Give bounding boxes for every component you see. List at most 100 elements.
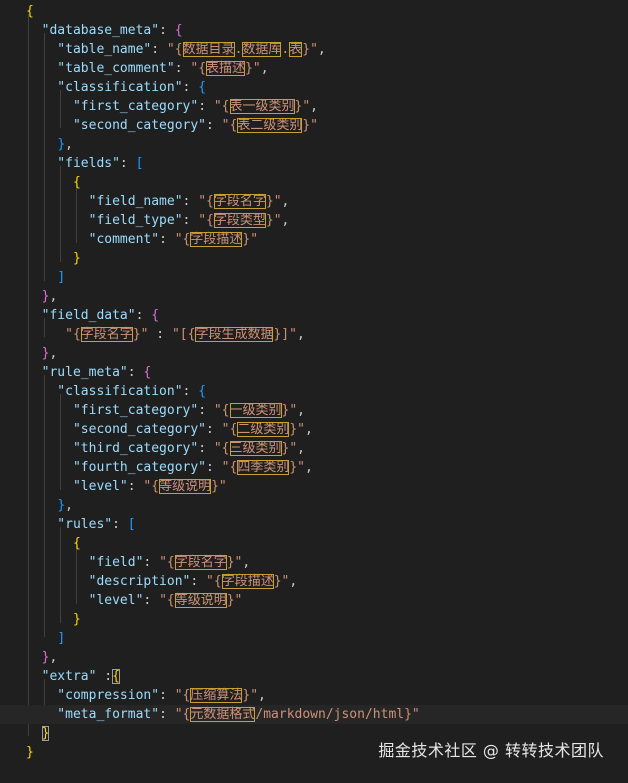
- code-token: "second_category": [26, 118, 207, 133]
- code-token: "database_meta": [26, 23, 160, 38]
- code-line[interactable]: "second_category": "{二级类别}",: [0, 420, 313, 439]
- code-token: "third_category": [26, 441, 199, 456]
- code-token: {: [198, 384, 207, 399]
- code-token: }": [265, 194, 282, 209]
- code-token: ,: [281, 213, 290, 228]
- code-token: "{: [213, 441, 230, 456]
- code-line[interactable]: "description": "{字段描述}",: [0, 572, 297, 591]
- code-line[interactable]: "comment": "{字段描述}": [0, 230, 258, 249]
- code-token: :: [206, 422, 222, 437]
- code-token: }": [132, 327, 149, 342]
- code-line[interactable]: },: [0, 496, 73, 515]
- code-token: ,: [305, 422, 313, 437]
- code-line[interactable]: "classification": {: [0, 382, 206, 401]
- code-token: }": [273, 574, 290, 589]
- code-line[interactable]: "fourth_category": "{四季类别}",: [0, 458, 313, 477]
- code-token: }": [242, 232, 259, 247]
- code-line[interactable]: "extra" :{: [0, 667, 120, 686]
- code-token: :: [143, 593, 160, 608]
- code-line[interactable]: }: [0, 249, 81, 268]
- code-line[interactable]: "compression": "{压缩算法}",: [0, 686, 266, 705]
- code-token: 字段名字: [213, 194, 266, 209]
- code-line[interactable]: "meta_format": "{元数据格式/markdown/json/htm…: [0, 705, 628, 724]
- code-token: "{: [174, 688, 191, 703]
- code-line[interactable]: "field_type": "{字段类型}",: [0, 211, 289, 230]
- code-line[interactable]: },: [0, 648, 58, 667]
- code-token: ,: [296, 327, 305, 342]
- code-token: "rules": [26, 517, 113, 532]
- code-line[interactable]: "field_name": "{字段名字}",: [0, 192, 289, 211]
- code-line[interactable]: "first_category": "{一级类别}",: [0, 401, 305, 420]
- code-token: }: [41, 726, 50, 741]
- code-token: "{: [159, 593, 175, 608]
- code-token: "{: [206, 574, 222, 589]
- code-line[interactable]: }: [0, 610, 81, 629]
- code-line[interactable]: "classification": {: [0, 78, 206, 97]
- code-line[interactable]: {: [0, 173, 81, 192]
- code-token: {: [112, 669, 120, 684]
- code-line[interactable]: {: [0, 534, 81, 553]
- code-line[interactable]: "second_category": "{表二级类别}": [0, 116, 318, 135]
- code-token: }": [289, 422, 305, 437]
- code-line[interactable]: ]: [0, 629, 65, 648]
- code-line[interactable]: "fields": [: [0, 154, 143, 173]
- code-line[interactable]: }: [0, 724, 50, 743]
- code-token: }": [289, 460, 305, 475]
- code-token: "first_category": [26, 99, 199, 114]
- code-token: "classification": [26, 384, 183, 399]
- code-line[interactable]: "database_meta": {: [0, 21, 183, 40]
- code-editor[interactable]: { "database_meta": { "table_name": "{数据目…: [0, 0, 628, 783]
- code-token: 二级类别: [237, 422, 290, 437]
- code-line[interactable]: ]: [0, 268, 65, 287]
- code-token: :: [159, 688, 175, 703]
- code-line[interactable]: "{字段名字}" : "[{字段生成数据}]",: [0, 325, 305, 344]
- code-token: ,: [49, 346, 58, 361]
- code-token: "comment": [26, 232, 160, 247]
- code-token: :: [119, 156, 136, 171]
- code-token: :: [127, 479, 144, 494]
- code-line[interactable]: "rules": [: [0, 515, 135, 534]
- code-line[interactable]: "field": "{字段名字}",: [0, 553, 250, 572]
- code-token: }": [265, 213, 282, 228]
- code-line[interactable]: "third_category": "{三级类别}",: [0, 439, 305, 458]
- code-line[interactable]: "table_comment": "{表描述}",: [0, 59, 269, 78]
- code-token: 字段类型: [213, 213, 266, 228]
- code-token: 表二级类别: [237, 118, 303, 133]
- code-token: "fields": [26, 156, 120, 171]
- code-token: "{: [174, 232, 191, 247]
- code-token: 字段名字: [80, 327, 133, 342]
- code-line[interactable]: },: [0, 135, 73, 154]
- code-token: :: [174, 61, 191, 76]
- code-line[interactable]: "field_data": {: [0, 306, 159, 325]
- code-token: 数据目录: [182, 42, 235, 57]
- code-line[interactable]: "rule_meta": {: [0, 363, 152, 382]
- code-token: ]: [57, 631, 66, 646]
- code-token: 字段描述: [190, 232, 243, 247]
- code-line[interactable]: },: [0, 287, 58, 306]
- code-token: :: [190, 574, 207, 589]
- code-token: ,: [258, 688, 266, 703]
- code-line[interactable]: "table_name": "{数据目录.数据库.表}",: [0, 40, 326, 59]
- code-line[interactable]: }: [0, 743, 34, 762]
- code-token: 等级说明: [159, 479, 212, 494]
- code-token: {: [143, 365, 152, 380]
- code-token: ,: [310, 99, 318, 114]
- code-token: 压缩算法: [190, 688, 243, 703]
- code-line[interactable]: "level": "{等级说明}": [0, 477, 227, 496]
- code-line[interactable]: },: [0, 344, 58, 363]
- code-line[interactable]: "first_category": "{表一级类别}",: [0, 97, 318, 116]
- code-token: }": [245, 61, 261, 76]
- code-token: "{: [213, 403, 230, 418]
- code-line[interactable]: "level": "{等级说明}": [0, 591, 242, 610]
- code-token: }: [26, 745, 34, 760]
- code-token: "{: [26, 327, 81, 342]
- code-token: :: [159, 23, 175, 38]
- code-line[interactable]: {: [0, 2, 34, 21]
